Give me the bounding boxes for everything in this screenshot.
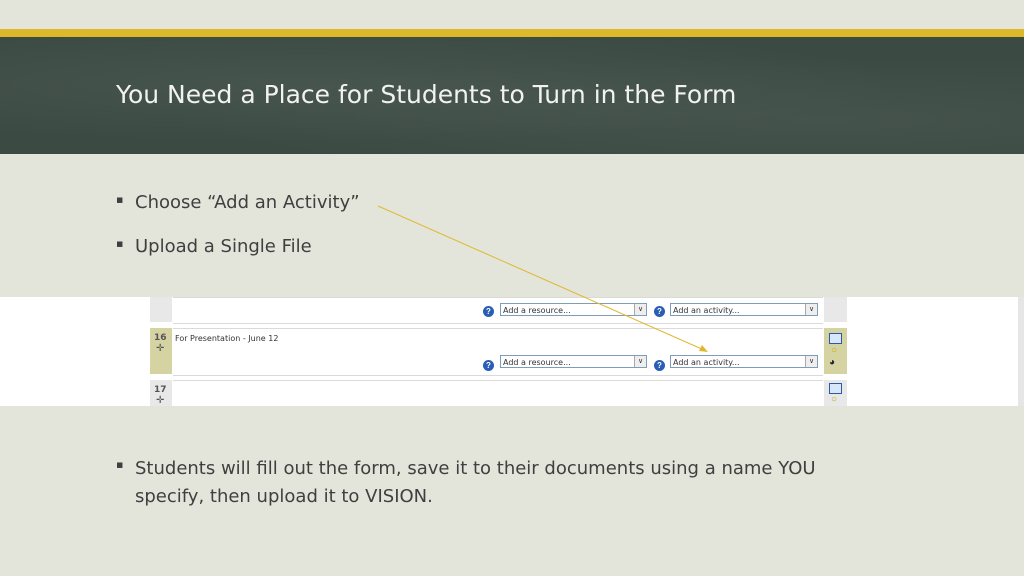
bullet-text: Students will fill out the form, save it… (135, 458, 816, 507)
arrow-line (377, 205, 705, 351)
arrow-head (699, 345, 708, 352)
bullet-icon: ▪ (116, 458, 124, 471)
